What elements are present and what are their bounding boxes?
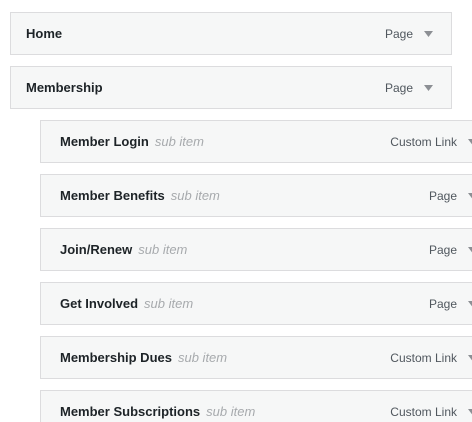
menu-item-member-subscriptions[interactable]: Member Subscriptions sub item Custom Lin… <box>40 390 472 422</box>
menu-item-title: Member Subscriptions <box>60 404 201 419</box>
sub-item-label: sub item <box>138 242 188 257</box>
sub-item-label: sub item <box>177 350 228 365</box>
menu-item-membership[interactable]: Membership Page <box>10 66 452 109</box>
menu-item-title: Member Benefits <box>60 188 165 203</box>
arrow-down-icon[interactable] <box>423 83 433 93</box>
menu-item-join-renew[interactable]: Join/Renew sub item Page <box>40 228 472 271</box>
sub-item-label: sub item <box>206 404 256 419</box>
menu-item-title: Member Login <box>60 134 149 149</box>
arrow-down-icon[interactable] <box>467 245 472 255</box>
arrow-down-icon[interactable] <box>467 137 472 147</box>
menu-item-type: Page <box>428 242 457 257</box>
menu-item-type: Page <box>428 296 457 311</box>
menu-item-title: Membership Dues <box>60 350 172 365</box>
sub-item-label: sub item <box>170 188 220 203</box>
arrow-down-icon[interactable] <box>423 29 433 39</box>
arrow-down-icon[interactable] <box>467 407 472 417</box>
menu-item-title: Get Involved <box>60 296 139 311</box>
menu-item-title: Home <box>26 26 63 41</box>
menu-item-type: Custom Link <box>390 350 457 365</box>
sub-item-label: sub item <box>154 134 204 149</box>
menu-item-home[interactable]: Home Page <box>10 12 452 55</box>
menu-item-title: Membership <box>26 80 103 95</box>
menu-item-member-login[interactable]: Member Login sub item Custom Link <box>40 120 472 163</box>
menu-item-type: Page <box>428 188 457 203</box>
menu-item-title: Join/Renew <box>60 242 133 257</box>
arrow-down-icon[interactable] <box>467 353 472 363</box>
menu-item-membership-dues[interactable]: Membership Dues sub item Custom Link <box>40 336 472 379</box>
menu-item-type: Custom Link <box>390 404 457 419</box>
arrow-down-icon[interactable] <box>467 191 472 201</box>
menu-item-type: Custom Link <box>390 134 457 149</box>
arrow-down-icon[interactable] <box>467 299 472 309</box>
sub-item-label: sub item <box>144 296 194 311</box>
menu-item-type: Page <box>384 80 413 95</box>
menu-item-get-involved[interactable]: Get Involved sub item Page <box>40 282 472 325</box>
menu-item-member-benefits[interactable]: Member Benefits sub item Page <box>40 174 472 217</box>
menu-item-type: Page <box>384 26 413 41</box>
